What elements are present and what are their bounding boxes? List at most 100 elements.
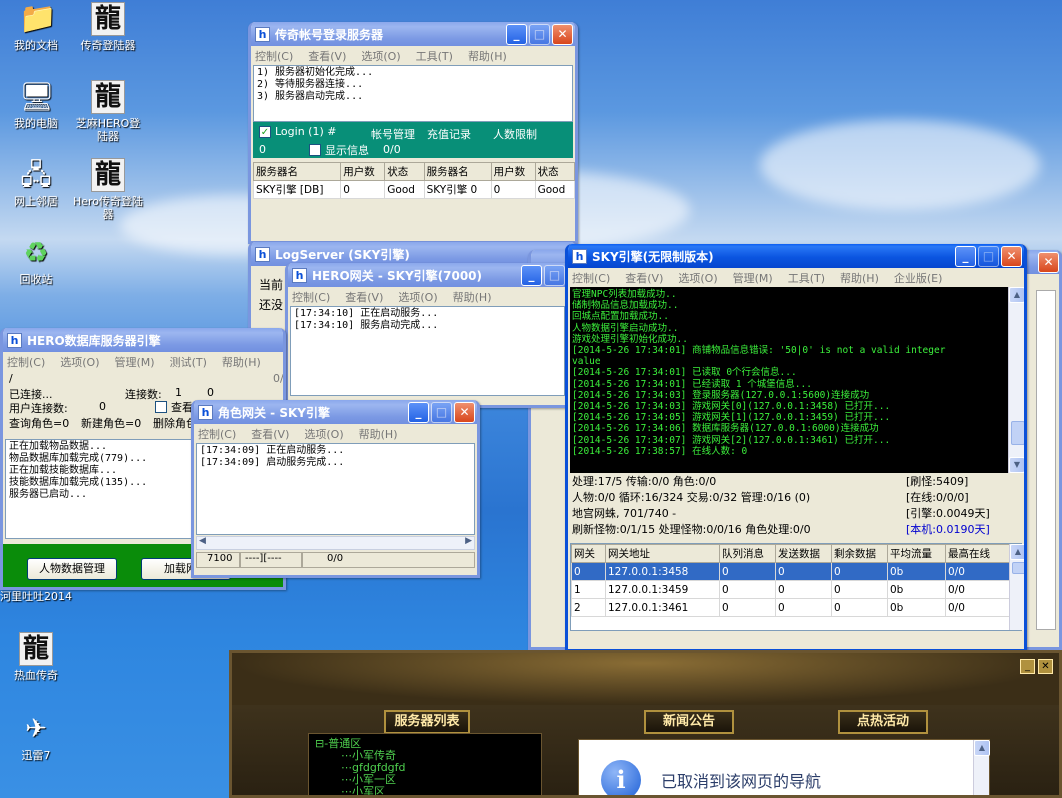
tab-user-limit[interactable]: 人数限制 bbox=[493, 126, 537, 142]
menu-options[interactable]: 选项(O) bbox=[398, 289, 437, 305]
title-bar[interactable]: h SKY引擎(无限制版本) _ □ ✕ bbox=[568, 244, 1024, 268]
tab-hot-events[interactable]: 点热活动 bbox=[838, 710, 928, 734]
close-button[interactable]: ✕ bbox=[1038, 251, 1059, 273]
column-header[interactable]: 平均流量 bbox=[887, 544, 946, 563]
hero-gateway-window[interactable]: h HERO网关 - SKY引擎(7000) _ □ 控制(C) 查看(V) 选… bbox=[285, 263, 570, 408]
column-header[interactable]: 剩余数据 bbox=[831, 544, 888, 563]
table-row[interactable]: SKY引擎 [DB] 0 Good SKY引擎 0 0 Good bbox=[252, 180, 575, 199]
menu-help[interactable]: 帮助(H) bbox=[222, 354, 261, 370]
column-header[interactable]: 服务器名 bbox=[423, 162, 492, 181]
menu-options[interactable]: 选项(O) bbox=[678, 270, 717, 286]
menu-help[interactable]: 帮助(H) bbox=[468, 48, 507, 64]
menu-options[interactable]: 选项(O) bbox=[60, 354, 99, 370]
column-header[interactable]: 服务器名 bbox=[252, 162, 342, 181]
column-header[interactable]: 队列消息 bbox=[719, 544, 776, 563]
close-button[interactable]: ✕ bbox=[552, 23, 573, 45]
desktop-icon-hot-blood[interactable]: 龍 热血传奇 bbox=[0, 632, 72, 682]
desktop-icon-legend-launcher[interactable]: 龍 传奇登陆器 bbox=[72, 2, 144, 52]
minimize-button[interactable]: _ bbox=[521, 264, 542, 286]
minimize-button[interactable]: _ bbox=[955, 245, 976, 267]
menu-help[interactable]: 帮助(H) bbox=[840, 270, 879, 286]
menu-enterprise[interactable]: 企业版(E) bbox=[894, 270, 943, 286]
desktop-icon-my-documents[interactable]: 📁 我的文档 bbox=[0, 2, 72, 53]
table-row[interactable]: 2 127.0.0.1:3461 0 0 0 0b 0/0 bbox=[571, 598, 1010, 617]
people-data-manage-button[interactable]: 人物数据管理 bbox=[27, 558, 117, 580]
title-bar[interactable]: h 角色网关 - SKY引擎 _ □ ✕ bbox=[194, 400, 477, 424]
login-checkbox[interactable]: ✓ Login (1) # bbox=[259, 125, 336, 138]
close-button[interactable]: ✕ bbox=[1001, 245, 1022, 267]
maximize-button[interactable]: □ bbox=[529, 23, 550, 45]
menu-options[interactable]: 选项(O) bbox=[361, 48, 400, 64]
maximize-button[interactable]: □ bbox=[544, 264, 565, 286]
scroll-thumb[interactable] bbox=[1012, 562, 1024, 574]
scroll-up-icon[interactable]: ▲ bbox=[1009, 287, 1024, 303]
scroll-right-icon[interactable]: ▶ bbox=[465, 536, 472, 546]
menu-control[interactable]: 控制(C) bbox=[7, 354, 45, 370]
table-row[interactable]: 0 127.0.0.1:3458 0 0 0 0b 0/0 bbox=[571, 562, 1010, 581]
title-bar[interactable]: h HERO网关 - SKY引擎(7000) _ □ bbox=[288, 263, 567, 287]
close-button[interactable]: ✕ bbox=[1038, 659, 1053, 674]
scroll-up-icon[interactable]: ▲ bbox=[1010, 544, 1024, 560]
scroll-up-icon[interactable]: ▲ bbox=[974, 740, 990, 756]
menu-manage[interactable]: 管理(M) bbox=[733, 270, 773, 286]
minimize-button[interactable]: _ bbox=[1020, 659, 1035, 674]
column-header[interactable]: 状态 bbox=[534, 162, 575, 181]
menu-view[interactable]: 查看(V) bbox=[251, 426, 289, 442]
game-launcher[interactable]: _ ✕ 服务器列表 新闻公告 点热活动 ⊟-普通区 ⋯小军传奇 ⋯gfdgfdg… bbox=[229, 650, 1062, 798]
column-header[interactable]: 最高在线 bbox=[945, 544, 1010, 563]
menu-tools[interactable]: 工具(T) bbox=[416, 48, 453, 64]
desktop-icon-recycle-bin[interactable]: ♻ 回收站 bbox=[0, 236, 72, 286]
column-header[interactable]: 网关地址 bbox=[605, 544, 720, 563]
minimize-button[interactable]: _ bbox=[506, 23, 527, 45]
column-header[interactable]: 网关 bbox=[571, 544, 606, 563]
menu-control[interactable]: 控制(C) bbox=[292, 289, 330, 305]
desktop-icon-thunder[interactable]: ✈ 迅雷7 bbox=[0, 712, 72, 762]
menu-control[interactable]: 控制(C) bbox=[572, 270, 610, 286]
role-gateway-window[interactable]: h 角色网关 - SKY引擎 _ □ ✕ 控制(C) 查看(V) 选项(O) 帮… bbox=[191, 400, 480, 578]
web-scrollbar[interactable]: ▲ bbox=[973, 740, 990, 795]
sky-engine-window[interactable]: h SKY引擎(无限制版本) _ □ ✕ 控制(C) 查看(V) 选项(O) 管… bbox=[565, 244, 1027, 652]
tab-recharge-record[interactable]: 充值记录 bbox=[427, 126, 471, 142]
menu-help[interactable]: 帮助(H) bbox=[453, 289, 492, 305]
tab-account-manage[interactable]: 帐号管理 bbox=[371, 126, 415, 142]
maximize-button[interactable]: □ bbox=[431, 401, 452, 423]
minimize-button[interactable]: _ bbox=[408, 401, 429, 423]
tree-item[interactable]: ⋯小军区 bbox=[315, 786, 535, 796]
menu-help[interactable]: 帮助(H) bbox=[359, 426, 398, 442]
desktop-icon-network[interactable]: 🖧 网上邻居 bbox=[0, 158, 72, 208]
table-row[interactable]: 1 127.0.0.1:3459 0 0 0 0b 0/0 bbox=[571, 580, 1010, 599]
show-info-checkbox[interactable]: 显示信息 bbox=[309, 142, 369, 158]
desktop-icon-my-computer[interactable]: 🖥 我的电脑 bbox=[0, 80, 72, 130]
title-bar[interactable]: h 传奇帐号登录服务器 _ □ ✕ bbox=[251, 22, 575, 46]
tab-server-list[interactable]: 服务器列表 bbox=[384, 710, 470, 734]
table-scrollbar[interactable]: ▲ bbox=[1009, 544, 1024, 630]
maximize-button[interactable]: □ bbox=[978, 245, 999, 267]
menu-options[interactable]: 选项(O) bbox=[304, 426, 343, 442]
menu-view[interactable]: 查看(V) bbox=[345, 289, 383, 305]
column-header[interactable]: 用户数 bbox=[340, 162, 386, 181]
horizontal-scrollbar[interactable]: ◀ ▶ bbox=[196, 536, 475, 550]
tree-collapse-icon[interactable]: ⊟ bbox=[315, 737, 324, 750]
desktop-icon-label-hidden[interactable]: 河里吐吐2014 bbox=[0, 590, 80, 603]
menu-control[interactable]: 控制(C) bbox=[255, 48, 293, 64]
menu-tools[interactable]: 工具(T) bbox=[788, 270, 825, 286]
column-header[interactable]: 用户数 bbox=[490, 162, 536, 181]
title-bar[interactable]: h HERO数据库服务器引擎 bbox=[3, 328, 283, 352]
column-header[interactable]: 状态 bbox=[384, 162, 425, 181]
menu-control[interactable]: 控制(C) bbox=[198, 426, 236, 442]
desktop-icon-hero-launcher[interactable]: 龍 Hero传奇登陆器 bbox=[72, 158, 144, 221]
view-checkbox[interactable]: 查看 bbox=[155, 399, 193, 415]
tab-news[interactable]: 新闻公告 bbox=[644, 710, 734, 734]
login-server-window[interactable]: h 传奇帐号登录服务器 _ □ ✕ 控制(C) 查看(V) 选项(O) 工具(T… bbox=[248, 22, 578, 244]
menu-test[interactable]: 测试(T) bbox=[170, 354, 207, 370]
menu-manage[interactable]: 管理(M) bbox=[115, 354, 155, 370]
desktop-icon-sesame-launcher[interactable]: 龍 芝麻HERO登陆器 bbox=[72, 80, 144, 143]
console-scrollbar[interactable]: ▲ ▼ bbox=[1008, 287, 1024, 473]
close-button[interactable]: ✕ bbox=[454, 401, 475, 423]
scroll-thumb[interactable] bbox=[1011, 421, 1024, 445]
column-header[interactable]: 发送数据 bbox=[775, 544, 832, 563]
scroll-down-icon[interactable]: ▼ bbox=[1009, 457, 1024, 473]
menu-view[interactable]: 查看(V) bbox=[625, 270, 663, 286]
menu-view[interactable]: 查看(V) bbox=[308, 48, 346, 64]
scroll-left-icon[interactable]: ◀ bbox=[199, 536, 206, 546]
